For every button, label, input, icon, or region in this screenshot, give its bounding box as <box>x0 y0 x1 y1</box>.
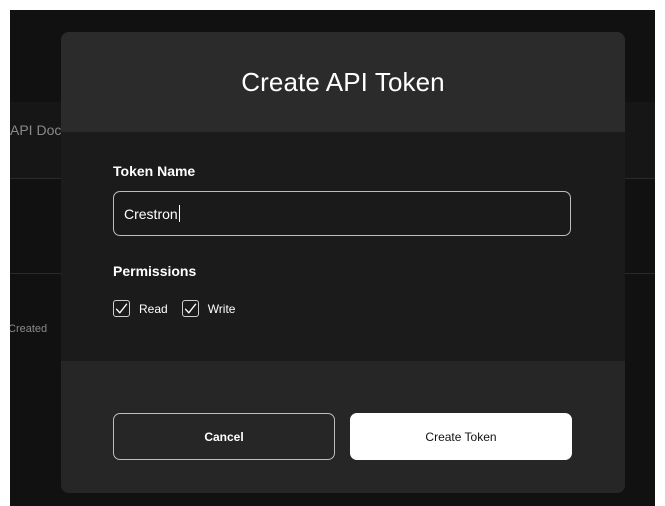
permissions-group: Read Write <box>113 300 249 317</box>
checkmark-icon <box>115 303 128 313</box>
token-name-value: Crestron <box>124 205 178 222</box>
dialog-title: Create API Token <box>241 66 445 97</box>
background-created-label: Created <box>10 323 48 335</box>
checkmark-icon <box>184 303 196 313</box>
permission-read[interactable]: Read <box>113 300 168 317</box>
token-name-input[interactable]: Crestron <box>113 191 571 236</box>
cancel-button[interactable]: Cancel <box>113 413 335 460</box>
permissions-label: Permissions <box>113 263 197 279</box>
background-doc-label: API Doc <box>10 122 62 138</box>
dialog-footer: Cancel Create Token <box>61 361 625 493</box>
read-label: Read <box>139 301 168 316</box>
text-caret <box>178 205 180 222</box>
dialog-header: Create API Token <box>61 32 625 132</box>
create-token-button[interactable]: Create Token <box>350 413 572 460</box>
read-checkbox[interactable] <box>113 300 130 317</box>
write-checkbox[interactable] <box>181 300 199 317</box>
dialog-body: Token Name Crestron Permissions Read Wri… <box>61 132 625 361</box>
permission-write[interactable]: Write <box>181 300 236 317</box>
create-token-dialog: Create API Token Token Name Crestron Per… <box>61 32 625 493</box>
write-label: Write <box>207 301 236 316</box>
token-name-label: Token Name <box>113 163 196 179</box>
